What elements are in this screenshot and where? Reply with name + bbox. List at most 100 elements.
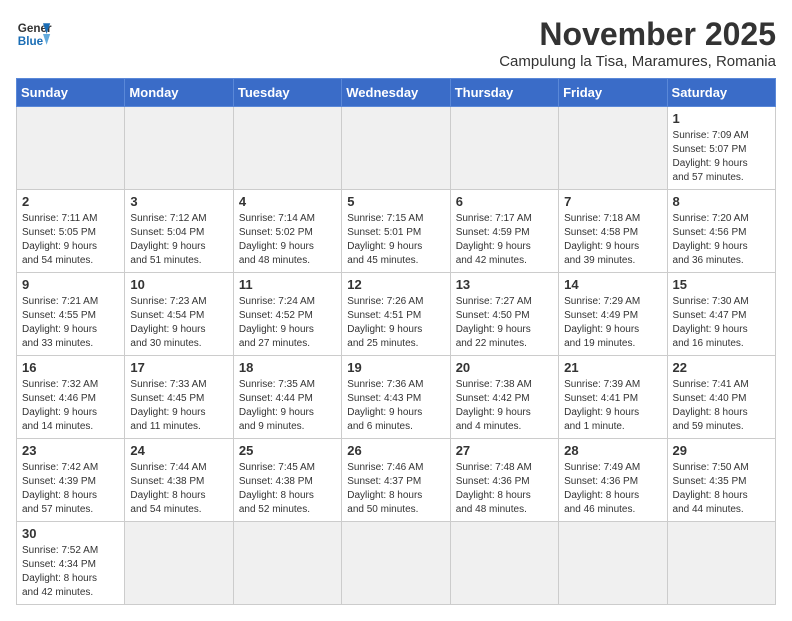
day-number: 1	[673, 111, 770, 126]
day-number: 25	[239, 443, 336, 458]
day-info: Sunrise: 7:15 AM Sunset: 5:01 PM Dayligh…	[347, 212, 444, 268]
calendar-cell: 26Sunrise: 7:46 AM Sunset: 4:37 PM Dayli…	[342, 439, 450, 522]
calendar-cell: 12 Sunrise: 7:26 AM Sunset: 4:51 PM Dayli…	[342, 273, 450, 356]
day-number: 14	[564, 277, 661, 292]
day-info: Sunrise: 7:50 AM Sunset: 4:35 PM Dayligh…	[673, 461, 770, 517]
day-info: Sunrise: 7:45 AM Sunset: 4:38 PM Dayligh…	[239, 461, 336, 517]
calendar-cell	[667, 522, 775, 605]
calendar-cell: 16 Sunrise: 7:32 AM Sunset: 4:46 PM Dayli…	[17, 356, 125, 439]
calendar-cell	[233, 107, 341, 190]
calendar-week-1: 1Sunrise: 7:09 AM Sunset: 5:07 PM Daylig…	[17, 107, 776, 190]
day-number: 20	[456, 360, 553, 375]
logo-icon: General Blue	[16, 16, 52, 52]
logo: General Blue	[16, 16, 52, 52]
day-info: Sunrise: 7:41 AM Sunset: 4:40 PM Dayligh…	[673, 378, 770, 434]
calendar-cell	[125, 107, 233, 190]
svg-text:Blue: Blue	[18, 35, 44, 48]
day-info: Sunrise: 7:23 AM Sunset: 4:54 PM Dayligh…	[130, 295, 227, 351]
day-number: 5	[347, 194, 444, 209]
calendar-cell: 25 Sunrise: 7:45 AM Sunset: 4:38 PM Dayli…	[233, 439, 341, 522]
day-info: Sunrise: 7:18 AM Sunset: 4:58 PM Dayligh…	[564, 212, 661, 268]
calendar-cell	[17, 107, 125, 190]
calendar-week-5: 23 Sunrise: 7:42 AM Sunset: 4:39 PM Dayli…	[17, 439, 776, 522]
day-number: 29	[673, 443, 770, 458]
day-number: 19	[347, 360, 444, 375]
weekday-header-monday: Monday	[125, 79, 233, 107]
day-info: Sunrise: 7:26 AM Sunset: 4:51 PM Dayligh…	[347, 295, 444, 351]
calendar-cell	[559, 522, 667, 605]
day-number: 24	[130, 443, 227, 458]
calendar-cell: 15 Sunrise: 7:30 AM Sunset: 4:47 PM Dayli…	[667, 273, 775, 356]
calendar-cell: 27Sunrise: 7:48 AM Sunset: 4:36 PM Dayli…	[450, 439, 558, 522]
weekday-header-tuesday: Tuesday	[233, 79, 341, 107]
day-number: 23	[22, 443, 119, 458]
day-info: Sunrise: 7:29 AM Sunset: 4:49 PM Dayligh…	[564, 295, 661, 351]
day-info: Sunrise: 7:11 AM Sunset: 5:05 PM Dayligh…	[22, 212, 119, 268]
weekday-header-wednesday: Wednesday	[342, 79, 450, 107]
day-info: Sunrise: 7:24 AM Sunset: 4:52 PM Dayligh…	[239, 295, 336, 351]
calendar-week-2: 2Sunrise: 7:11 AM Sunset: 5:05 PM Daylig…	[17, 190, 776, 273]
calendar-cell	[559, 107, 667, 190]
day-info: Sunrise: 7:42 AM Sunset: 4:39 PM Dayligh…	[22, 461, 119, 517]
day-number: 9	[22, 277, 119, 292]
calendar-cell: 18 Sunrise: 7:35 AM Sunset: 4:44 PM Dayli…	[233, 356, 341, 439]
day-number: 3	[130, 194, 227, 209]
weekday-header-friday: Friday	[559, 79, 667, 107]
day-number: 21	[564, 360, 661, 375]
month-title: November 2025	[499, 16, 776, 53]
calendar-week-6: 30Sunrise: 7:52 AM Sunset: 4:34 PM Dayli…	[17, 522, 776, 605]
day-info: Sunrise: 7:48 AM Sunset: 4:36 PM Dayligh…	[456, 461, 553, 517]
day-number: 13	[456, 277, 553, 292]
calendar-cell: 9 Sunrise: 7:21 AM Sunset: 4:55 PM Daylig…	[17, 273, 125, 356]
title-block: November 2025 Campulung la Tisa, Maramur…	[499, 16, 776, 70]
location-subtitle: Campulung la Tisa, Maramures, Romania	[499, 53, 776, 70]
day-info: Sunrise: 7:32 AM Sunset: 4:46 PM Dayligh…	[22, 378, 119, 434]
day-info: Sunrise: 7:21 AM Sunset: 4:55 PM Dayligh…	[22, 295, 119, 351]
calendar-week-3: 9 Sunrise: 7:21 AM Sunset: 4:55 PM Daylig…	[17, 273, 776, 356]
calendar-cell: 4Sunrise: 7:14 AM Sunset: 5:02 PM Daylig…	[233, 190, 341, 273]
calendar-cell: 19 Sunrise: 7:36 AM Sunset: 4:43 PM Dayli…	[342, 356, 450, 439]
day-number: 18	[239, 360, 336, 375]
calendar-cell: 28 Sunrise: 7:49 AM Sunset: 4:36 PM Dayli…	[559, 439, 667, 522]
calendar-cell: 23 Sunrise: 7:42 AM Sunset: 4:39 PM Dayli…	[17, 439, 125, 522]
day-info: Sunrise: 7:30 AM Sunset: 4:47 PM Dayligh…	[673, 295, 770, 351]
day-info: Sunrise: 7:33 AM Sunset: 4:45 PM Dayligh…	[130, 378, 227, 434]
calendar-cell: 21 Sunrise: 7:39 AM Sunset: 4:41 PM Dayli…	[559, 356, 667, 439]
calendar-cell: 11Sunrise: 7:24 AM Sunset: 4:52 PM Dayli…	[233, 273, 341, 356]
calendar-cell	[233, 522, 341, 605]
calendar-week-4: 16 Sunrise: 7:32 AM Sunset: 4:46 PM Dayli…	[17, 356, 776, 439]
day-number: 30	[22, 526, 119, 541]
day-info: Sunrise: 7:38 AM Sunset: 4:42 PM Dayligh…	[456, 378, 553, 434]
day-number: 28	[564, 443, 661, 458]
calendar-cell: 24 Sunrise: 7:44 AM Sunset: 4:38 PM Dayli…	[125, 439, 233, 522]
day-number: 10	[130, 277, 227, 292]
day-number: 6	[456, 194, 553, 209]
calendar-cell: 6 Sunrise: 7:17 AM Sunset: 4:59 PM Daylig…	[450, 190, 558, 273]
calendar-cell: 17Sunrise: 7:33 AM Sunset: 4:45 PM Dayli…	[125, 356, 233, 439]
day-info: Sunrise: 7:14 AM Sunset: 5:02 PM Dayligh…	[239, 212, 336, 268]
day-info: Sunrise: 7:27 AM Sunset: 4:50 PM Dayligh…	[456, 295, 553, 351]
day-info: Sunrise: 7:36 AM Sunset: 4:43 PM Dayligh…	[347, 378, 444, 434]
calendar-cell: 13 Sunrise: 7:27 AM Sunset: 4:50 PM Dayli…	[450, 273, 558, 356]
calendar-table: SundayMondayTuesdayWednesdayThursdayFrid…	[16, 78, 776, 605]
calendar-cell: 20 Sunrise: 7:38 AM Sunset: 4:42 PM Dayli…	[450, 356, 558, 439]
day-number: 12	[347, 277, 444, 292]
header: General Blue November 2025 Campulung la …	[16, 16, 776, 70]
day-number: 15	[673, 277, 770, 292]
day-info: Sunrise: 7:17 AM Sunset: 4:59 PM Dayligh…	[456, 212, 553, 268]
calendar-cell: 3Sunrise: 7:12 AM Sunset: 5:04 PM Daylig…	[125, 190, 233, 273]
day-number: 7	[564, 194, 661, 209]
calendar-cell	[342, 522, 450, 605]
weekday-header-thursday: Thursday	[450, 79, 558, 107]
day-info: Sunrise: 7:49 AM Sunset: 4:36 PM Dayligh…	[564, 461, 661, 517]
day-info: Sunrise: 7:39 AM Sunset: 4:41 PM Dayligh…	[564, 378, 661, 434]
day-info: Sunrise: 7:44 AM Sunset: 4:38 PM Dayligh…	[130, 461, 227, 517]
calendar-cell: 1Sunrise: 7:09 AM Sunset: 5:07 PM Daylig…	[667, 107, 775, 190]
calendar-cell: 29 Sunrise: 7:50 AM Sunset: 4:35 PM Dayli…	[667, 439, 775, 522]
calendar-cell: 8Sunrise: 7:20 AM Sunset: 4:56 PM Daylig…	[667, 190, 775, 273]
calendar-cell	[450, 107, 558, 190]
weekday-header-sunday: Sunday	[17, 79, 125, 107]
calendar-cell: 7 Sunrise: 7:18 AM Sunset: 4:58 PM Daylig…	[559, 190, 667, 273]
day-number: 16	[22, 360, 119, 375]
day-info: Sunrise: 7:35 AM Sunset: 4:44 PM Dayligh…	[239, 378, 336, 434]
